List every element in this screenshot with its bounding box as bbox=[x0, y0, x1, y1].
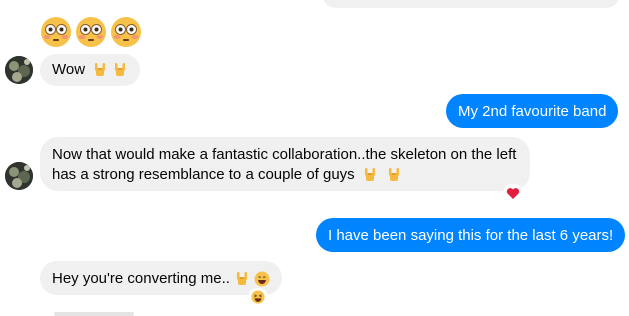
reaction-badge[interactable] bbox=[503, 184, 523, 202]
avatar[interactable] bbox=[5, 162, 33, 190]
rock-on-hand-emoji-icon bbox=[389, 168, 400, 182]
rock-on-hand-emoji-icon bbox=[115, 63, 126, 77]
laughing-emoji-icon bbox=[251, 290, 265, 304]
message-text: I have been saying this for the last 6 y… bbox=[328, 227, 614, 244]
message-text: Hey you're converting me.. bbox=[52, 270, 230, 287]
message-text: Wow bbox=[52, 61, 86, 78]
message-text: My 2nd favourite band bbox=[458, 103, 607, 120]
rock-on-hand-emoji-icon bbox=[95, 63, 106, 77]
heart-icon bbox=[506, 187, 520, 199]
incoming-message-bubble[interactable]: Now that would make a fantastic collabor… bbox=[40, 137, 530, 191]
rock-on-hand-emoji-icon bbox=[237, 272, 248, 286]
avatar[interactable] bbox=[5, 56, 33, 84]
emoji-row bbox=[40, 16, 142, 48]
incoming-message-bubble[interactable]: Hey you're converting me.. bbox=[40, 261, 283, 295]
outgoing-message-bubble[interactable]: My 2nd favourite band bbox=[446, 94, 619, 128]
incoming-message-bubble[interactable]: Wow bbox=[40, 54, 141, 86]
outgoing-message-bubble[interactable]: I have been saying this for the last 6 y… bbox=[316, 218, 626, 252]
flushed-face-emoji-icon bbox=[111, 17, 141, 47]
previous-message-bubble[interactable] bbox=[322, 0, 620, 8]
flushed-face-emoji-icon bbox=[41, 17, 71, 47]
typing-indicator-partial bbox=[54, 312, 134, 316]
avatar-image-icon bbox=[5, 56, 33, 84]
grinning-face-emoji-icon bbox=[254, 271, 270, 287]
flushed-face-emoji-icon bbox=[76, 17, 106, 47]
message-text: Now that would make a fantastic collabor… bbox=[52, 146, 517, 183]
avatar-image-icon bbox=[5, 162, 33, 190]
rock-on-hand-emoji-icon bbox=[364, 168, 375, 182]
reaction-badge[interactable] bbox=[248, 288, 268, 306]
